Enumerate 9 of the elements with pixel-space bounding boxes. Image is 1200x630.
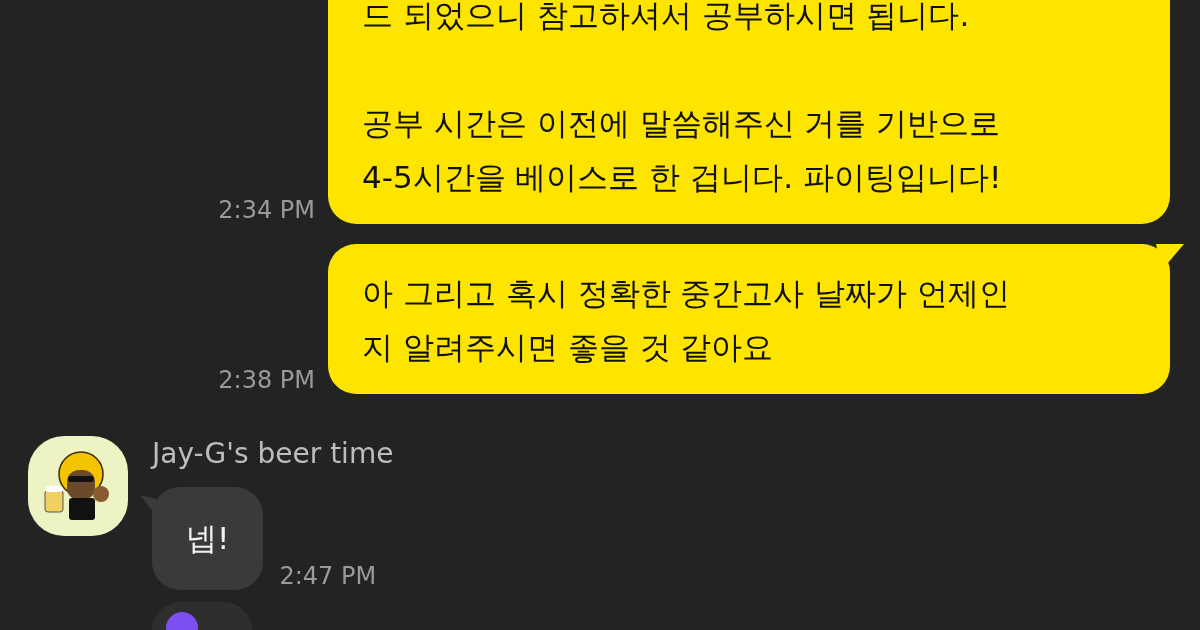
message-text: 넵! <box>186 519 230 558</box>
message-text: 드 되었으니 참고하셔서 공부하시면 됩니다. <box>362 0 971 35</box>
timestamp: 2:34 PM <box>218 198 315 224</box>
timestamp: 2:38 PM <box>218 368 315 394</box>
avatar[interactable] <box>28 436 128 536</box>
message-text: 아 그리고 혹시 정확한 중간고사 날짜가 언제인 지 알려주시면 좋을 것 같아요 <box>362 274 1012 367</box>
timestamp: 2:47 PM <box>279 564 377 590</box>
sender-name: Jay-G's beer time <box>152 436 394 472</box>
message-text: 공부 시간은 이전에 말씀해주신 거를 기반으로 4-5시간을 베이스로 한 겁니다. 파이팅입니다! <box>362 104 1003 197</box>
